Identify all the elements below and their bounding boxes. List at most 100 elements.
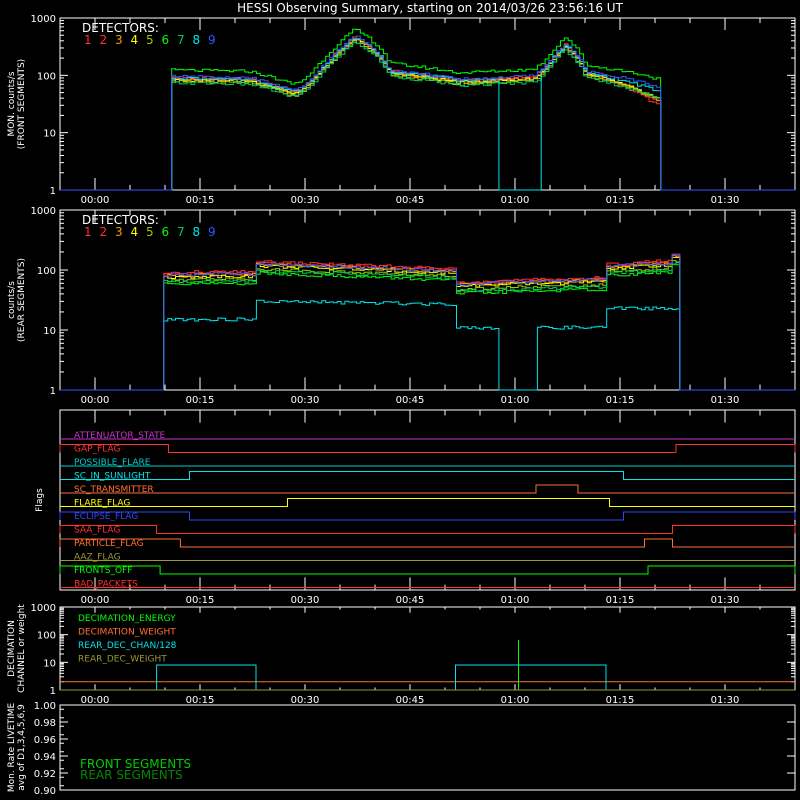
rear-legend-entry: 5 bbox=[146, 225, 154, 239]
front-y-label: MON. counts/s bbox=[7, 71, 17, 136]
front-x-tick-label: 01:15 bbox=[606, 195, 635, 206]
front-series-line-detector-1 bbox=[60, 39, 796, 191]
rear-series-line-detector-5 bbox=[60, 260, 796, 391]
livetime-y-tick-label: 1.00 bbox=[34, 701, 56, 712]
front-axes: 00:00 00:15 00:30 00:45 01:00 01:15 01:30 1 10 10… bbox=[7, 14, 796, 206]
rear-legend-entry: 9 bbox=[208, 225, 216, 239]
livetime-axes: Mon. Rate LIVETIME avg of D1,3,4,5,6,9 0.9… bbox=[7, 701, 796, 797]
front-x-tick-label: 01:00 bbox=[501, 195, 530, 206]
livetime-y-tick-label: 0.92 bbox=[34, 769, 56, 780]
observing-summary-figure: HESSI Observing Summary, starting on 201… bbox=[7, 1, 796, 797]
rear-legend-entry: 7 bbox=[177, 225, 185, 239]
rear-legend-entry: 2 bbox=[100, 225, 108, 239]
livetime-y-tick-label: 0.96 bbox=[34, 735, 56, 746]
rear-series-line-detector-7 bbox=[60, 262, 796, 391]
decimation-y-tick-label: 1000 bbox=[31, 603, 56, 614]
livetime-y-label: Mon. Rate LIVETIME bbox=[7, 703, 17, 793]
front-legend-entry: 5 bbox=[146, 33, 154, 47]
flag-label: GAP_FLAG bbox=[74, 445, 120, 455]
decimation-x-tick-label: 00:45 bbox=[396, 695, 425, 706]
decimation-x-tick-label: 00:30 bbox=[291, 695, 320, 706]
front-series-line-detector-7 bbox=[60, 42, 796, 191]
rear-x-tick-label: 01:00 bbox=[501, 395, 530, 406]
decimation-x-tick-label: 01:00 bbox=[501, 695, 530, 706]
rear-x-tick-label: 00:00 bbox=[81, 395, 110, 406]
rear-series-group bbox=[60, 253, 796, 391]
decimation-series-line bbox=[60, 664, 795, 691]
flag-label: SAA_FLAG bbox=[74, 526, 120, 536]
flag-line bbox=[59, 525, 796, 534]
front-series-group bbox=[60, 28, 796, 191]
rear-frame bbox=[59, 209, 796, 391]
rear-x-tick-label: 01:30 bbox=[711, 395, 740, 406]
flag-line bbox=[60, 471, 795, 480]
front-series-line-detector-6 bbox=[60, 28, 796, 191]
flag-label: ECLIPSE_FLAG bbox=[74, 512, 138, 522]
flag-line bbox=[60, 498, 795, 507]
decimation-y-tick-label: 1 bbox=[50, 686, 56, 697]
front-y-tick-label: 1000 bbox=[31, 14, 56, 25]
rear-y-tick-label: 10 bbox=[43, 326, 56, 337]
decimation-legend-entry: DECIMATION_WEIGHT bbox=[78, 628, 176, 638]
front-frame bbox=[59, 17, 796, 191]
flags-x-tick-label: 00:30 bbox=[291, 595, 320, 606]
front-y-tick-label: 100 bbox=[37, 71, 56, 82]
front-legend-entry: 8 bbox=[193, 33, 201, 47]
flag-line bbox=[60, 484, 795, 494]
livetime-legend-entry: REAR SEGMENTS bbox=[80, 768, 183, 782]
rear-legend-entry: 1 bbox=[84, 225, 92, 239]
rear-y-tick-label: 100 bbox=[37, 266, 56, 277]
front-series-line-detector-9 bbox=[60, 35, 796, 191]
figure-title: HESSI Observing Summary, starting on 201… bbox=[237, 1, 623, 15]
front-series-line-detector-8 bbox=[60, 38, 796, 191]
rear-legend-entry: 3 bbox=[115, 225, 123, 239]
front-x-tick-label: 00:00 bbox=[81, 195, 110, 206]
decimation-y-tick-label: 100 bbox=[37, 631, 56, 642]
flags-x-tick-label: 01:30 bbox=[711, 595, 740, 606]
front-legend-entry: 9 bbox=[208, 33, 216, 47]
decimation-legend-entry: REAR_DEC_WEIGHT bbox=[78, 655, 167, 665]
rear-x-tick-label: 00:15 bbox=[186, 395, 215, 406]
front-x-tick-label: 00:30 bbox=[291, 195, 320, 206]
front-series-line-detector-3 bbox=[60, 38, 796, 191]
decimation-legend-entry: REAR_DEC_CHAN/128 bbox=[78, 641, 177, 651]
front-x-tick-label: 00:15 bbox=[186, 195, 215, 206]
decimation-x-tick-label: 01:30 bbox=[711, 695, 740, 706]
rear-series-line-detector-8 bbox=[60, 299, 796, 391]
front-x-tick-label: 01:30 bbox=[711, 195, 740, 206]
flags-x-tick-label: 00:45 bbox=[396, 595, 425, 606]
livetime-y-tick-label: 0.98 bbox=[34, 718, 56, 729]
front-series-line-detector-4 bbox=[60, 38, 796, 191]
front-legend-entry: 3 bbox=[115, 33, 123, 47]
livetime-y-tick-label: 0.94 bbox=[34, 752, 56, 763]
decimation-x-tick-label: 01:15 bbox=[606, 695, 635, 706]
decimation-axes: 00:00 00:15 00:30 00:45 01:00 01:15 01:30 1 10 10… bbox=[7, 603, 796, 706]
flag-line bbox=[59, 538, 795, 548]
decimation-y-label: DECIMATION bbox=[7, 620, 17, 677]
decimation-x-tick-label: 00:00 bbox=[81, 695, 110, 706]
front-legend-entry: 1 bbox=[84, 33, 92, 47]
front-x-tick-label: 00:45 bbox=[396, 195, 425, 206]
flag-line bbox=[59, 511, 796, 521]
livetime-y-label: avg of D1,3,4,5,6,9 bbox=[17, 704, 27, 791]
front-y-label: (FRONT SEGMENTS) bbox=[17, 59, 27, 149]
flags-x-tick-label: 01:15 bbox=[606, 595, 635, 606]
rear-y-label: counts/s bbox=[7, 281, 17, 319]
rear-y-tick-label: 1 bbox=[50, 386, 56, 397]
flag-line bbox=[59, 444, 796, 453]
flags-x-tick-label: 00:00 bbox=[81, 595, 110, 606]
rear-y-tick-label: 1000 bbox=[31, 206, 56, 217]
flags-x-tick-label: 00:15 bbox=[186, 595, 215, 606]
rear-x-tick-label: 00:30 bbox=[291, 395, 320, 406]
flags-x-tick-label: 01:00 bbox=[501, 595, 530, 606]
front-series-line-detector-2 bbox=[60, 36, 796, 191]
rear-y-label: (REAR SEGMENTS) bbox=[17, 258, 27, 342]
rear-x-tick-label: 01:15 bbox=[606, 395, 635, 406]
rear-legend-entry: 4 bbox=[131, 225, 139, 239]
decimation-y-label: CHANNEL or weight bbox=[17, 604, 27, 693]
rear-axes: 00:00 00:15 00:30 00:45 01:00 01:15 01:30 1 10 10… bbox=[7, 206, 796, 406]
decimation-y-tick-label: 10 bbox=[43, 658, 56, 669]
flag-line bbox=[59, 565, 796, 575]
flags-axes: 00:00 00:15 00:30 00:45 01:00 01:15 01:30 Flags… bbox=[35, 409, 796, 606]
decimation-legend-entry: DECIMATION_ENERGY bbox=[78, 614, 176, 624]
